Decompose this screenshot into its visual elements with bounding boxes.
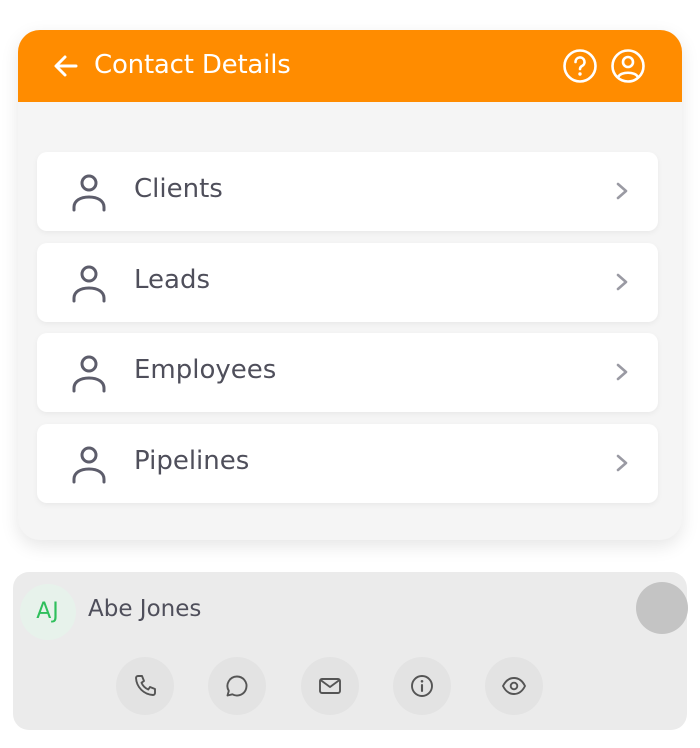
chevron-right-icon [616, 454, 628, 472]
person-icon [72, 446, 106, 484]
person-icon [72, 355, 106, 393]
info-button[interactable] [393, 657, 451, 715]
arrow-left-icon[interactable] [52, 52, 80, 80]
chevron-right-icon [616, 273, 628, 291]
menu-item-label: Employees [134, 355, 277, 385]
avatar: AJ [20, 584, 76, 640]
person-icon [72, 174, 106, 212]
contact-name: Abe Jones [88, 596, 202, 622]
menu-item-label: Leads [134, 265, 211, 295]
email-button[interactable] [301, 657, 359, 715]
menu-item-leads[interactable]: Leads [37, 243, 658, 322]
contact-details-panel: Contact Details Clients Leads Employees … [18, 30, 682, 540]
menu-item-pipelines[interactable]: Pipelines [37, 424, 658, 503]
header-bar: Contact Details [18, 30, 682, 102]
info-icon [411, 675, 433, 697]
menu-item-label: Pipelines [134, 446, 250, 476]
view-button[interactable] [485, 657, 543, 715]
chevron-right-icon [616, 363, 628, 381]
message-button[interactable] [208, 657, 266, 715]
chevron-right-icon [616, 182, 628, 200]
person-icon [72, 265, 106, 303]
status-indicator [636, 582, 688, 634]
eye-icon [502, 677, 526, 695]
user-circle-icon[interactable] [610, 48, 646, 84]
call-button[interactable] [116, 657, 174, 715]
menu-item-label: Clients [134, 174, 223, 204]
phone-icon [135, 675, 156, 696]
page-title: Contact Details [94, 50, 291, 80]
chat-icon [226, 675, 248, 697]
menu-item-clients[interactable]: Clients [37, 152, 658, 231]
mail-icon [319, 678, 341, 694]
contact-card: AJ Abe Jones [13, 572, 688, 730]
menu-item-employees[interactable]: Employees [37, 333, 658, 412]
help-circle-icon[interactable] [562, 48, 598, 84]
